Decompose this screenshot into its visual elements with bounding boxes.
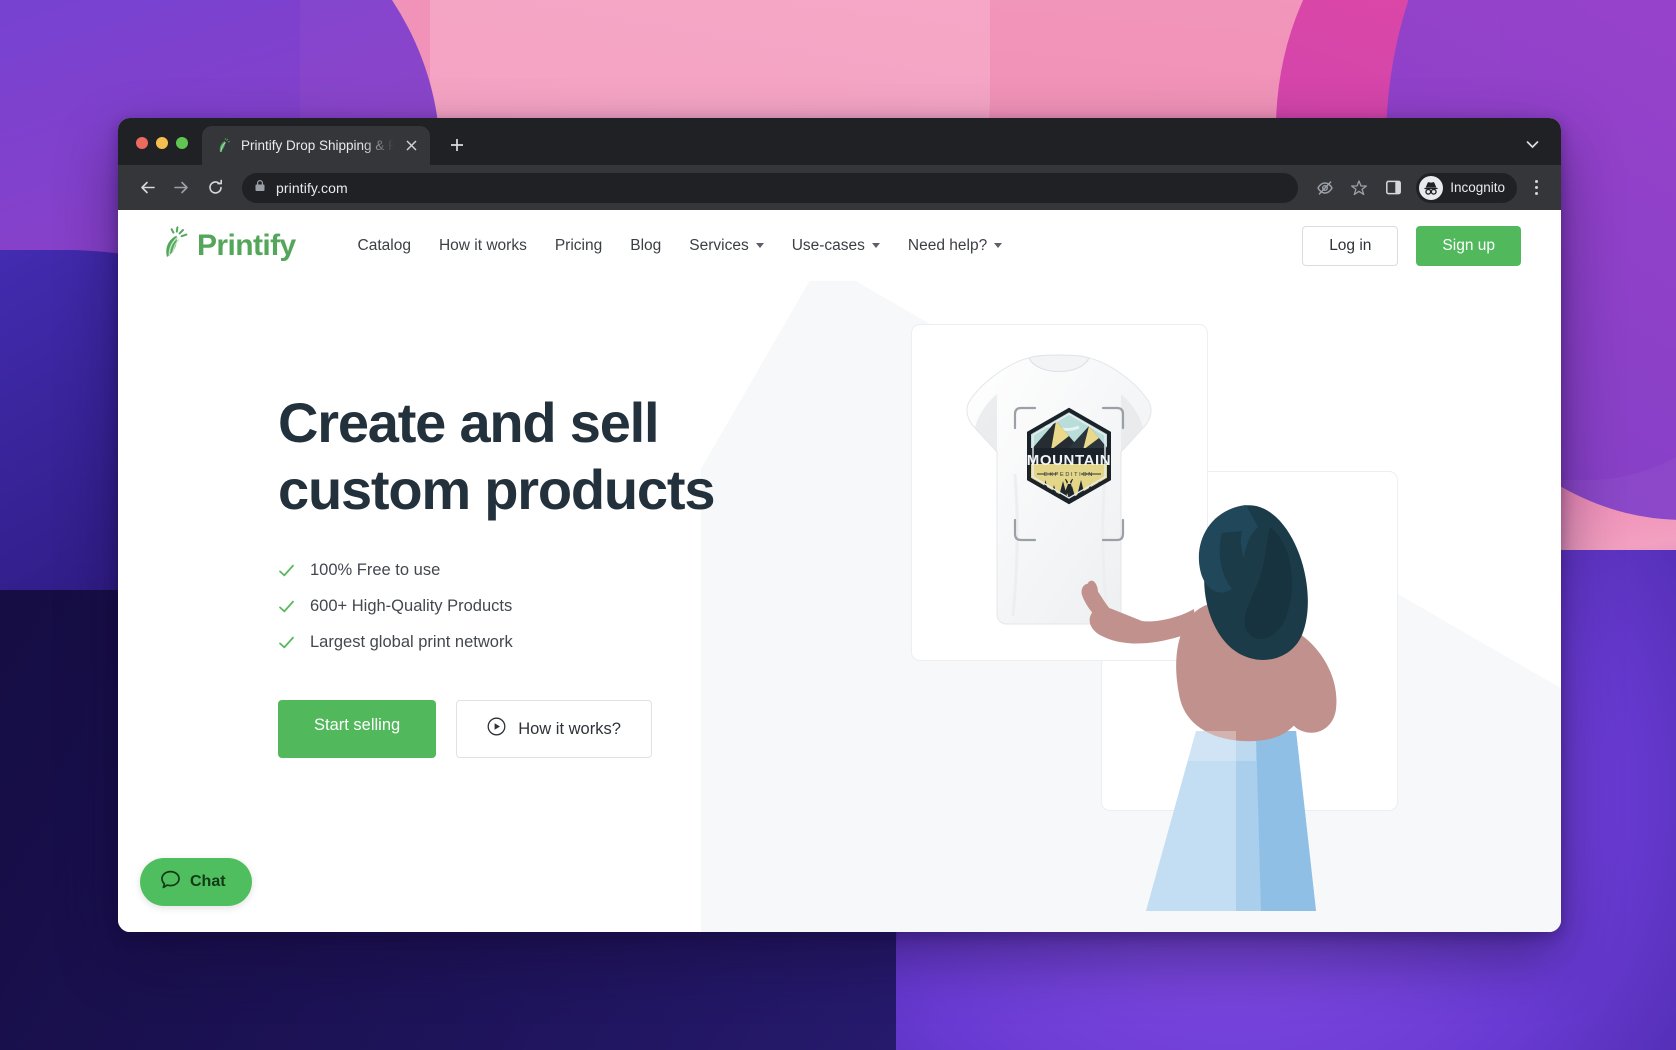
printify-leaf-favicon [216,137,232,154]
list-item-label: Largest global print network [310,633,513,652]
nav-label: Pricing [554,236,603,254]
chat-widget-button[interactable]: Chat [140,858,252,906]
hero-title-line-1: Create and sell [278,391,660,454]
login-button[interactable]: Log in [1302,225,1399,266]
close-icon[interactable] [403,137,420,154]
printify-logo[interactable]: Printify [160,226,296,265]
chevron-down-icon[interactable] [1524,136,1541,153]
address-bar[interactable]: printify.com [242,172,1299,203]
minimize-window-button[interactable] [156,137,168,149]
nav-label: Need help? [907,236,988,254]
nav-item-services[interactable]: Services [675,229,777,263]
chevron-down-icon [994,243,1003,248]
browser-tab-title: Printify Drop Shipping & Printing [241,138,394,153]
printify-leaf-logo [160,226,190,265]
hero-feature-list: 100% Free to use 600+ High-Quality Produ… [278,561,838,652]
woman-pointing-illustration [1046,431,1446,931]
check-icon [278,562,295,579]
nav-label: Services [689,236,749,254]
nav-item-catalog[interactable]: Catalog [344,229,425,263]
window-controls [118,137,202,165]
nav-item-pricing[interactable]: Pricing [541,229,616,263]
hero-artwork: MOUNTAIN EXPEDITION [801,281,1561,932]
omnibox-actions [1310,173,1374,203]
arrow-left-icon[interactable] [132,173,162,203]
web-page: Printify Catalog How it works Pricing Bl… [118,210,1561,932]
browser-window: Printify Drop Shipping & Printing [118,118,1561,932]
site-header: Printify Catalog How it works Pricing Bl… [118,210,1561,281]
lock-icon [254,179,266,197]
nav-label: Use-cases [791,236,865,254]
play-circle-icon [487,717,506,741]
nav-label: How it works [438,236,527,254]
browser-tab-strip: Printify Drop Shipping & Printing [118,118,1561,165]
hero-cta-row: Start selling How it works? [278,700,838,759]
profile-chip-incognito[interactable]: Incognito [1416,172,1517,203]
chat-bubble-icon [160,869,181,895]
page-title: Create and sell custom products [278,389,838,523]
arrow-right-icon[interactable] [166,173,196,203]
profile-label: Incognito [1450,180,1505,195]
side-panel-icon[interactable] [1378,173,1408,203]
kebab-menu-icon[interactable] [1523,173,1549,203]
close-window-button[interactable] [136,137,148,149]
nav-item-need-help[interactable]: Need help? [894,229,1016,263]
incognito-avatar [1419,175,1444,200]
hero-copy: Create and sell custom products 100% Fre… [278,389,838,759]
nav-item-how-it-works[interactable]: How it works [425,229,541,263]
bookmark-icon[interactable] [1344,173,1374,203]
new-tab-button[interactable] [442,130,472,160]
list-item: 600+ High-Quality Products [278,597,838,616]
list-item-label: 100% Free to use [310,561,441,580]
hero-section: Create and sell custom products 100% Fre… [118,281,1561,932]
nav-label: Catalog [357,236,411,254]
list-item: Largest global print network [278,633,838,652]
hero-title-line-2: custom products [278,458,715,522]
list-item: 100% Free to use [278,561,838,580]
browser-toolbar: printify.com Incognito [118,165,1561,210]
tracking-protection-icon[interactable] [1310,173,1340,203]
check-icon [278,598,295,615]
maximize-window-button[interactable] [176,137,188,149]
address-bar-url: printify.com [276,179,348,196]
browser-tab[interactable]: Printify Drop Shipping & Printing [202,126,430,165]
chevron-down-icon [755,243,764,248]
nav-item-blog[interactable]: Blog [616,229,675,263]
how-it-works-label: How it works? [518,719,621,738]
signup-button[interactable]: Sign up [1416,225,1521,266]
chevron-down-icon [871,243,880,248]
nav-label: Blog [630,236,662,254]
how-it-works-button[interactable]: How it works? [456,700,652,759]
start-selling-button[interactable]: Start selling [278,700,437,759]
reload-icon[interactable] [200,173,230,203]
desktop-wallpaper: Printify Drop Shipping & Printing [0,0,1676,1050]
nav-item-use-cases[interactable]: Use-cases [778,229,894,263]
list-item-label: 600+ High-Quality Products [310,597,513,616]
printify-wordmark: Printify [197,228,296,262]
check-icon [278,634,295,651]
site-nav: Catalog How it works Pricing Blog Servic… [344,229,1017,263]
chat-widget-label: Chat [190,873,226,890]
